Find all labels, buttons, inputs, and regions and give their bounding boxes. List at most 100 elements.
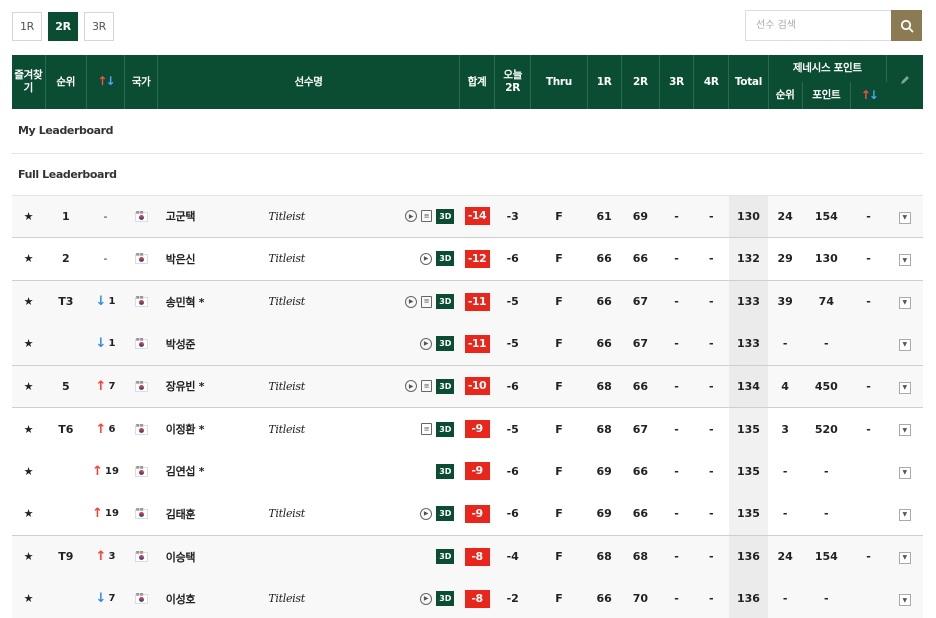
round-1-score: 66	[587, 322, 622, 365]
chevron-down-icon[interactable]: ▼	[898, 466, 911, 479]
chevron-down-icon[interactable]: ▼	[898, 594, 911, 606]
video-play-icon[interactable]: ▶	[405, 210, 418, 223]
round-3-score: -	[674, 507, 679, 520]
search-input[interactable]	[745, 10, 891, 41]
favorite-star-icon[interactable]: ★	[12, 407, 46, 450]
header-move-sort[interactable]: ↑↓	[86, 55, 126, 109]
rank-move: ↑ 19	[92, 506, 119, 521]
player-name[interactable]: 김태훈	[158, 493, 269, 536]
tab-3r[interactable]: 3R	[84, 12, 114, 41]
favorite-star-icon[interactable]: ★	[12, 364, 46, 408]
scorecard-icon[interactable]: ≡	[421, 423, 433, 435]
genesis-move: -	[850, 279, 887, 323]
genesis-move: -	[850, 194, 887, 238]
chevron-down-icon[interactable]: ▼	[898, 508, 911, 521]
scorecard-icon[interactable]: ≡	[421, 295, 433, 308]
video-play-icon[interactable]: ▶	[405, 295, 418, 308]
korea-flag-icon	[134, 380, 148, 392]
genesis-move	[850, 493, 886, 536]
chevron-down-icon[interactable]: ▼	[898, 211, 911, 224]
expand-cell: ▼	[886, 194, 923, 238]
view-3d-button[interactable]: 3D	[436, 506, 455, 521]
header-today: 오늘 2R	[494, 55, 532, 109]
total-strokes: 130	[728, 194, 769, 238]
header-player: 선수명	[157, 55, 460, 109]
favorite-star-icon[interactable]: ★	[12, 450, 45, 493]
video-play-icon[interactable]: ▶	[405, 380, 418, 393]
chevron-down-icon[interactable]: ▼	[898, 551, 911, 564]
tab-2r[interactable]: 2R	[48, 12, 78, 41]
view-3d-button[interactable]: 3D	[436, 251, 455, 267]
rank-move-cell: ↓ 1	[86, 279, 125, 323]
thru: F	[555, 464, 563, 478]
player-name[interactable]: 김연섭 *	[158, 450, 269, 493]
expand-cell: ▼	[886, 577, 923, 618]
round-4-score: -	[693, 577, 729, 618]
view-3d-button[interactable]: 3D	[436, 336, 455, 351]
scorecard-icon[interactable]: ≡	[421, 210, 433, 223]
total-strokes: 132	[728, 237, 769, 280]
scorecard-icon[interactable]: ≡	[421, 380, 433, 393]
rank-move-cell: ↑ 3	[86, 534, 125, 578]
chevron-down-icon[interactable]: ▼	[898, 424, 911, 437]
video-play-icon[interactable]: ▶	[420, 252, 433, 265]
favorite-star-icon[interactable]: ★	[12, 279, 46, 323]
player-name[interactable]: 이승택	[157, 534, 269, 578]
media-icons: 3D	[379, 450, 459, 493]
player-name[interactable]: 박은신	[157, 237, 269, 280]
favorite-star-icon[interactable]: ★	[12, 322, 46, 365]
view-3d-button[interactable]: 3D	[436, 208, 455, 224]
view-3d-button[interactable]: 3D	[436, 463, 455, 479]
video-play-icon[interactable]: ▶	[420, 592, 433, 605]
korea-flag-icon	[134, 550, 148, 562]
view-3d-button[interactable]: 3D	[436, 378, 455, 394]
player-name[interactable]: 박성준	[157, 322, 269, 365]
player-rank	[45, 493, 86, 536]
table-row: ★ ↑19 김연섭 * 3D -9 -6 F 69 66 - - 135 - -…	[12, 450, 923, 493]
player-name[interactable]: 이정환 *	[157, 407, 269, 450]
rank-move-cell: ↑ 7	[86, 364, 125, 408]
header-genesis-move-sort[interactable]: ↑↓	[850, 82, 887, 109]
expand-cell: ▼	[886, 364, 923, 408]
chevron-down-icon[interactable]: ▼	[898, 296, 911, 309]
view-3d-button[interactable]: 3D	[436, 591, 455, 607]
player-name[interactable]: 고군택	[157, 194, 269, 238]
tab-1r[interactable]: 1R	[12, 12, 42, 41]
view-3d-button[interactable]: 3D	[436, 421, 455, 437]
total-score-cell: -8	[459, 577, 495, 618]
table-row: ★ ↓1 박성준 ▶3D -11 -5 F 66 67 - - 133 - - …	[12, 322, 923, 365]
chevron-down-icon[interactable]: ▼	[898, 254, 911, 266]
player-name[interactable]: 이성호	[157, 577, 269, 618]
video-play-icon[interactable]: ▶	[420, 337, 433, 350]
genesis-move	[850, 577, 887, 618]
total-score: -9	[464, 504, 490, 523]
player-search	[745, 10, 922, 41]
genesis-points: -	[824, 464, 829, 478]
thru: F	[530, 577, 588, 618]
player-rank: T6	[45, 407, 87, 450]
favorite-star-icon[interactable]: ★	[12, 493, 45, 536]
video-play-icon[interactable]: ▶	[420, 507, 433, 520]
genesis-points: 154	[802, 194, 851, 238]
header-tool[interactable]	[886, 55, 923, 109]
player-name[interactable]: 장유빈 *	[157, 364, 269, 408]
round-2-score: 66	[632, 464, 649, 478]
rank-move-value: 19	[104, 508, 119, 519]
player-name[interactable]: 송민혁 *	[157, 279, 269, 323]
rank-move-value: 19	[104, 465, 119, 477]
view-3d-button[interactable]: 3D	[436, 549, 455, 564]
expand-cell: ▼	[886, 279, 923, 323]
full-leaderboard-label[interactable]: Full Leaderboard	[12, 153, 923, 196]
search-button[interactable]	[891, 10, 922, 41]
genesis-points: 450	[802, 364, 851, 408]
view-3d-button[interactable]: 3D	[436, 294, 455, 309]
chevron-down-icon[interactable]: ▼	[898, 338, 911, 351]
favorite-star-icon[interactable]: ★	[12, 237, 46, 280]
favorite-star-icon[interactable]: ★	[12, 194, 46, 238]
genesis-rank: 29	[768, 237, 803, 280]
round-4-score: -	[693, 534, 729, 578]
favorite-star-icon[interactable]: ★	[12, 534, 46, 578]
my-leaderboard-label[interactable]: My Leaderboard	[12, 109, 923, 154]
chevron-down-icon[interactable]: ▼	[898, 381, 911, 394]
favorite-star-icon[interactable]: ★	[12, 577, 46, 618]
